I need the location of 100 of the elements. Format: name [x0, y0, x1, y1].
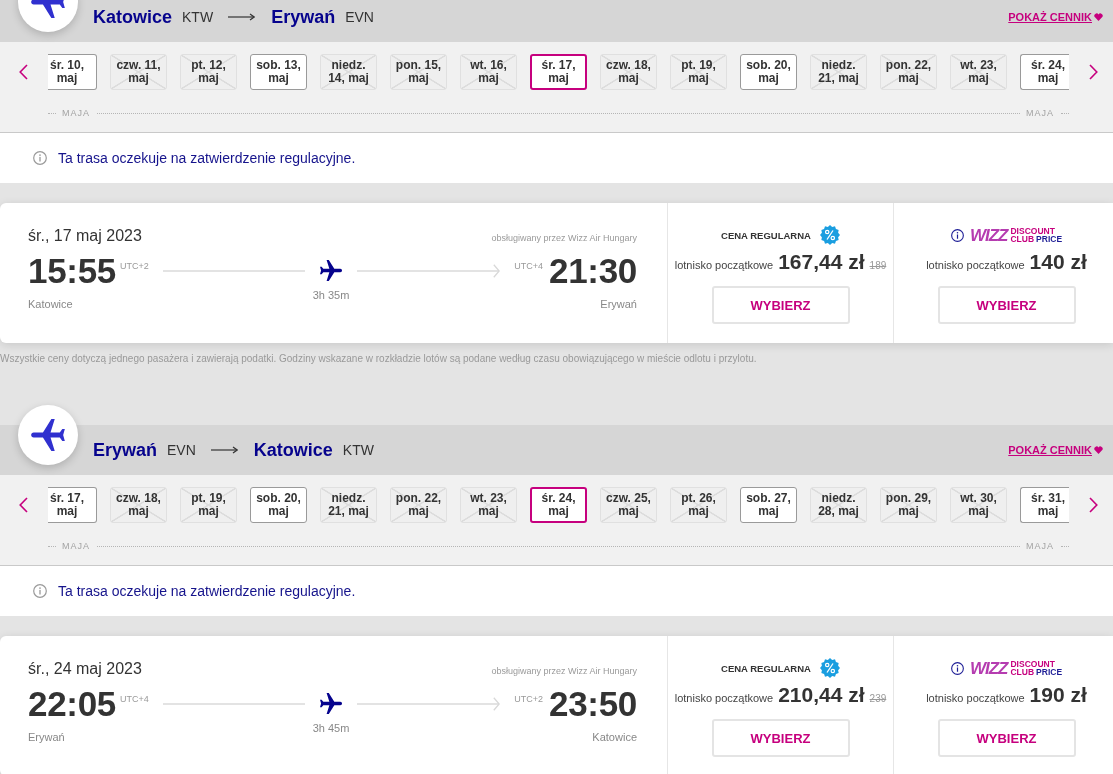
date-option[interactable]: wt. 30, maj: [950, 487, 1007, 523]
fare-label: lotnisko początkowe: [674, 259, 774, 271]
city-name: Erywań: [271, 6, 336, 28]
timezone-label: UTC+2: [514, 694, 543, 704]
city-label: Katowice: [28, 297, 73, 311]
fare-title: CENA REGULARNA: [721, 662, 811, 674]
fare-label: lotnisko początkowe: [926, 692, 1025, 704]
departure-time: 15:55: [28, 253, 117, 289]
info-icon: [33, 151, 47, 165]
operator-text: obsługiwany przez Wizz Air Hungary: [491, 666, 637, 676]
percent-badge-icon: [819, 658, 840, 678]
date-option[interactable]: sob. 20, maj: [250, 487, 307, 523]
percent-badge-icon: [819, 225, 840, 245]
date-option[interactable]: sob. 27, maj: [740, 487, 797, 523]
show-prices-link[interactable]: POKAŻ CENNIK: [1008, 444, 1103, 456]
chevron-right-icon: [1088, 497, 1098, 513]
logo-wordmark: WIZZ: [969, 226, 1008, 244]
date-option[interactable]: śr. 17, maj: [48, 487, 97, 523]
date-option[interactable]: pon. 22, maj: [880, 54, 937, 90]
date-option[interactable]: pt. 19, maj: [670, 54, 727, 90]
logo-text: DISCOUNT: [1010, 226, 1055, 235]
logo-text: PRICE: [1036, 235, 1063, 244]
select-button[interactable]: WYBIERZ: [711, 286, 850, 324]
date-option[interactable]: wt. 23, maj: [460, 487, 517, 523]
airport-code: EVN: [167, 442, 196, 458]
old-price: 239: [869, 693, 887, 704]
select-button[interactable]: WYBIERZ: [937, 286, 1076, 324]
date-option[interactable]: pon. 15, maj: [390, 54, 447, 90]
timezone-label: UTC+4: [514, 261, 543, 271]
logo-text: DISCOUNT: [1010, 659, 1055, 668]
arrival-time: 21:30: [548, 253, 637, 289]
arrow-right-icon: [210, 446, 238, 454]
info-icon: [950, 228, 964, 242]
city-label: Erywań: [600, 297, 637, 311]
date-option[interactable]: pt. 19, maj: [180, 487, 237, 523]
old-price: 189: [869, 260, 887, 271]
date-option[interactable]: pon. 22, maj: [390, 487, 447, 523]
logo-text: CLUB: [1010, 235, 1035, 244]
date-option[interactable]: śr. 17, maj: [530, 54, 587, 90]
info-icon: [950, 661, 964, 675]
airport-code: KTW: [342, 442, 374, 458]
notice-text: Ta trasa oczekuje na zatwierdzenie regulacyjne.: [58, 583, 356, 599]
date-option[interactable]: pt. 12, maj: [180, 54, 237, 90]
month-label: MAJA: [1026, 541, 1054, 551]
price: 190 zł: [1029, 683, 1087, 707]
logo-text: PRICE: [1036, 668, 1063, 677]
date-option[interactable]: sob. 13, maj: [250, 54, 307, 90]
date-option[interactable]: wt. 16, maj: [460, 54, 517, 90]
month-label: MAJA: [62, 541, 90, 551]
select-button[interactable]: WYBIERZ: [711, 719, 850, 757]
logo-wordmark: WIZZ: [969, 659, 1008, 677]
month-label: MAJA: [62, 108, 90, 118]
flight-date: śr., 24 maj 2023: [28, 660, 142, 678]
city-label: Katowice: [592, 730, 637, 744]
date-option[interactable]: pt. 26, maj: [670, 487, 727, 523]
flight-duration: 3h 35m: [312, 289, 350, 302]
date-option[interactable]: czw. 11, maj: [110, 54, 167, 90]
city-name: Katowice: [93, 6, 173, 28]
info-icon: [33, 584, 47, 598]
date-option[interactable]: niedz. 21, maj: [810, 54, 867, 90]
date-option[interactable]: czw. 25, maj: [600, 487, 657, 523]
airplane-icon: [320, 693, 342, 714]
show-prices-link[interactable]: POKAŻ CENNIK: [1008, 11, 1103, 23]
date-option[interactable]: niedz. 21, maj: [320, 487, 377, 523]
month-label: MAJA: [1026, 108, 1054, 118]
arrival-time: 23:50: [548, 686, 637, 722]
plane-logo-icon: [18, 405, 78, 465]
date-option[interactable]: sob. 20, maj: [740, 54, 797, 90]
timezone-label: UTC+4: [120, 694, 149, 704]
price: 210,44 zł: [778, 683, 865, 707]
operator-text: obsługiwany przez Wizz Air Hungary: [491, 233, 637, 243]
date-option[interactable]: niedz. 28, maj: [810, 487, 867, 523]
price: 167,44 zł: [778, 250, 865, 274]
date-option[interactable]: czw. 18, maj: [600, 54, 657, 90]
city-name: Katowice: [253, 439, 333, 461]
date-option[interactable]: śr. 24, maj: [530, 487, 587, 523]
heart-icon: [1094, 13, 1103, 21]
price: 140 zł: [1029, 250, 1087, 274]
date-option[interactable]: śr. 24, maj: [1020, 54, 1069, 90]
select-button[interactable]: WYBIERZ: [937, 719, 1076, 757]
date-option[interactable]: pon. 29, maj: [880, 487, 937, 523]
departure-time: 22:05: [28, 686, 117, 722]
flight-date: śr., 17 maj 2023: [28, 227, 142, 245]
date-option[interactable]: czw. 18, maj: [110, 487, 167, 523]
date-option[interactable]: śr. 10, maj: [48, 54, 97, 90]
date-option[interactable]: śr. 31, maj: [1020, 487, 1069, 523]
logo-text: CLUB: [1010, 668, 1035, 677]
city-label: Erywań: [28, 730, 65, 744]
flight-duration: 3h 45m: [312, 722, 350, 735]
heart-icon: [1094, 446, 1103, 454]
date-option[interactable]: niedz. 14, maj: [320, 54, 377, 90]
chevron-right-icon: [1088, 64, 1098, 80]
fare-title: CENA REGULARNA: [721, 229, 811, 241]
chevron-left-icon: [18, 497, 28, 513]
fare-label: lotnisko początkowe: [674, 692, 774, 704]
date-option[interactable]: wt. 23, maj: [950, 54, 1007, 90]
airport-code: EVN: [345, 9, 374, 25]
city-name: Erywań: [93, 439, 158, 461]
airport-code: KTW: [182, 9, 214, 25]
airplane-icon: [320, 260, 342, 281]
